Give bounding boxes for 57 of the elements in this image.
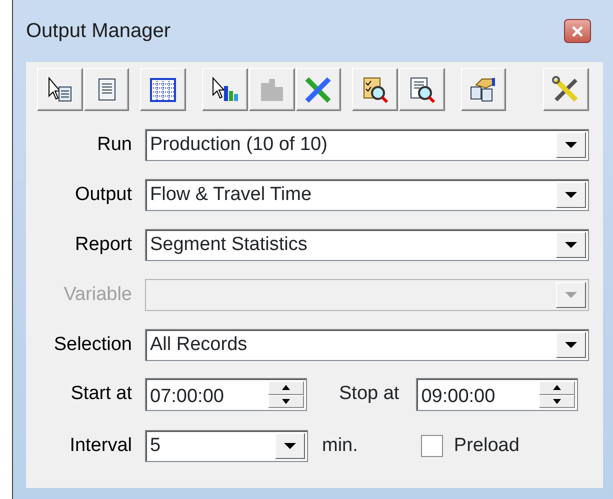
spin-up-button[interactable] [268, 381, 304, 394]
spin-down-button[interactable] [539, 394, 576, 408]
toolbar-button[interactable] [398, 68, 445, 111]
dropdown-field[interactable]: Flow & Travel Time [145, 179, 589, 211]
dropdown-arrow-icon [564, 141, 578, 149]
dropdown-field[interactable]: All Records [145, 329, 589, 361]
up-arrow-icon [553, 385, 562, 390]
down-arrow-icon [553, 398, 562, 404]
field-label: Run [96, 132, 132, 157]
dropdown-field[interactable]: Production (10 of 10) [145, 129, 589, 161]
toolbar-button[interactable] [543, 68, 590, 111]
dropdown-arrow-icon [564, 241, 578, 249]
down-arrow-icon [282, 398, 290, 404]
cross-lines-icon [303, 74, 334, 104]
dropdown-field[interactable] [145, 279, 589, 311]
toolbar-button[interactable] [460, 68, 506, 111]
dropdown-button[interactable] [556, 332, 586, 358]
start-time-spinner[interactable]: 07:00:00 [145, 378, 307, 411]
dropdown-value: Segment Statistics [149, 233, 308, 257]
stop-time-spinner[interactable]: 09:00:00 [416, 378, 578, 411]
spin-down-button[interactable] [268, 394, 304, 408]
interval-label: Interval [68, 434, 132, 458]
toolbar-button[interactable] [140, 68, 186, 111]
close-icon [571, 26, 584, 36]
dropdown-arrow-icon [564, 341, 578, 349]
time-value: 07:00:00 [149, 385, 225, 409]
dropdown-button[interactable] [275, 433, 305, 459]
time-value: 09:00:00 [420, 385, 496, 409]
dropdown-value: Flow & Travel Time [149, 183, 313, 207]
dropdown-button[interactable] [556, 232, 586, 258]
field-label: Output [74, 182, 132, 207]
toolbar-button[interactable] [352, 68, 398, 111]
dropdown-arrow-icon [564, 291, 578, 299]
stop-label: Stop at [339, 382, 400, 406]
preload-checkbox[interactable] [420, 435, 443, 457]
dropdown-field[interactable]: Segment Statistics [145, 229, 589, 261]
interval-dropdown[interactable]: 5 [145, 430, 308, 462]
toolbar-button[interactable] [37, 68, 83, 111]
window-title: Output Manager [26, 19, 171, 44]
field-label: Report [74, 232, 132, 257]
dropdown-button[interactable] [556, 182, 586, 208]
toolbar-button[interactable] [202, 68, 248, 111]
unit-label: min. [322, 434, 358, 458]
field-label: Variable [62, 282, 132, 307]
preload-label: Preload [454, 434, 520, 458]
close-button[interactable] [564, 19, 591, 43]
dropdown-button[interactable] [556, 132, 586, 158]
field-label: Selection [52, 332, 132, 357]
dropdown-value: 5 [149, 434, 162, 458]
dropdown-value: All Records [149, 333, 248, 357]
dropdown-value: Production (10 of 10) [149, 133, 328, 157]
toolbar-button[interactable] [84, 68, 130, 111]
spin-up-button[interactable] [539, 381, 576, 394]
dropdown-arrow-icon [564, 191, 578, 199]
start-label: Start at [70, 382, 132, 406]
dropdown-arrow-icon [283, 442, 297, 450]
up-arrow-icon [282, 385, 290, 390]
